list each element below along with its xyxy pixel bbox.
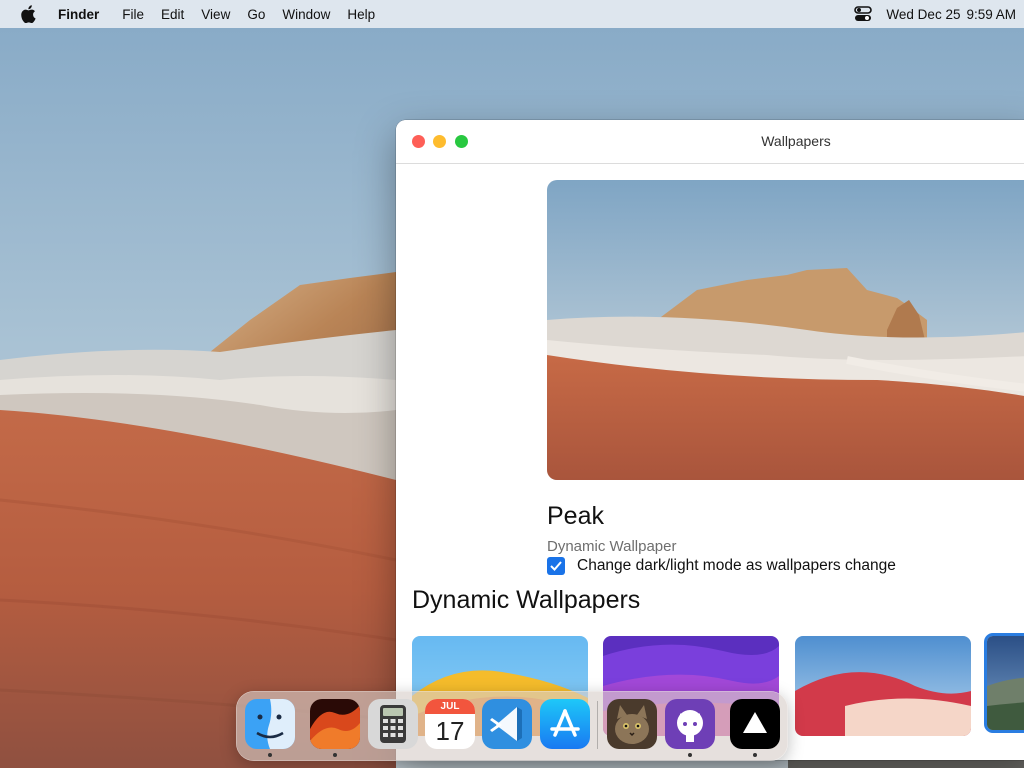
calendar-month: JUL xyxy=(425,699,475,714)
dark-light-option[interactable]: Change dark/light mode as wallpapers cha… xyxy=(547,557,896,575)
menu-app-name[interactable]: Finder xyxy=(58,7,99,22)
apple-logo-icon[interactable] xyxy=(20,5,38,23)
dock-macos-ventura[interactable] xyxy=(310,699,360,749)
menu-file[interactable]: File xyxy=(122,7,144,22)
dock-finder[interactable] xyxy=(245,699,295,749)
running-indicator xyxy=(268,753,272,757)
dock-calendar[interactable]: JUL 17 xyxy=(425,699,475,749)
menu-go[interactable]: Go xyxy=(247,7,265,22)
menu-edit[interactable]: Edit xyxy=(161,7,184,22)
wallpaper-kind: Dynamic Wallpaper xyxy=(547,538,677,555)
window-titlebar[interactable]: Wallpapers xyxy=(396,120,1024,164)
menu-time[interactable]: 9:59 AM xyxy=(966,7,1016,22)
menu-date[interactable]: Wed Dec 25 xyxy=(886,7,960,22)
dock-cat-photo[interactable] xyxy=(607,699,657,749)
dock-vercel[interactable] xyxy=(730,699,780,749)
menu-view[interactable]: View xyxy=(201,7,230,22)
dock: JUL 17 xyxy=(236,691,788,761)
dock-app-store[interactable] xyxy=(540,699,590,749)
menu-window[interactable]: Window xyxy=(282,7,330,22)
dock-separator xyxy=(597,701,598,749)
control-center-icon[interactable] xyxy=(854,6,873,22)
dark-light-label: Change dark/light mode as wallpapers cha… xyxy=(577,557,896,574)
running-indicator xyxy=(753,753,757,757)
wallpaper-thumbnail-peak-selected[interactable] xyxy=(984,633,1024,733)
dock-github[interactable] xyxy=(665,699,715,749)
running-indicator xyxy=(688,753,692,757)
section-title: Dynamic Wallpapers xyxy=(412,586,641,614)
dock-vscode[interactable] xyxy=(482,699,532,749)
calendar-day: 17 xyxy=(435,716,465,746)
wallpapers-window: Wallpapers Peak Dynamic Wallpaper Change… xyxy=(396,120,1024,760)
wallpaper-preview xyxy=(547,180,1024,480)
menu-help[interactable]: Help xyxy=(347,7,375,22)
running-indicator xyxy=(333,753,337,757)
dark-light-checkbox[interactable] xyxy=(547,557,565,575)
wallpaper-thumbnail-big-sur-red[interactable] xyxy=(795,636,971,736)
window-title: Wallpapers xyxy=(761,133,831,149)
checkmark-icon xyxy=(550,561,562,571)
menu-bar: Finder File Edit View Go Window Help Wed… xyxy=(0,0,1024,28)
wallpaper-name: Peak xyxy=(547,502,604,530)
dock-calculator[interactable] xyxy=(368,699,418,749)
